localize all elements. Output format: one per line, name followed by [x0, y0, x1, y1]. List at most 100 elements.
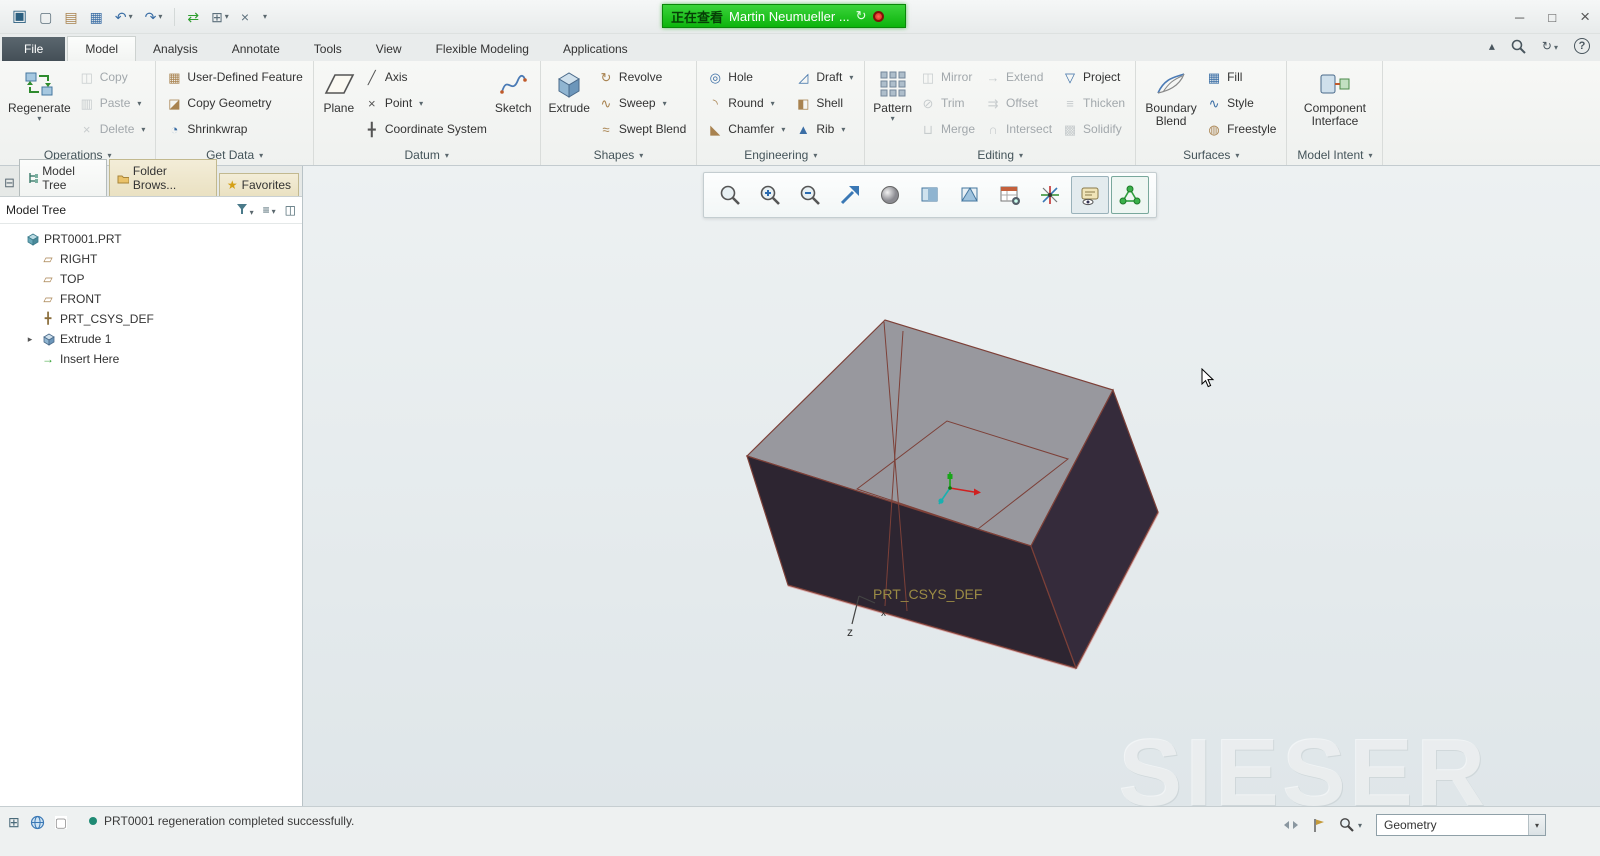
- regenerate-button[interactable]: Regenerate ▾: [5, 64, 74, 125]
- tab-model-tree[interactable]: Model Tree: [19, 159, 107, 196]
- swept-blend-button[interactable]: ≈Swept Blend: [593, 116, 691, 142]
- redo-button[interactable]: ↷▾: [141, 8, 167, 26]
- minimize-ribbon-button[interactable]: ▴: [1489, 40, 1495, 52]
- 3d-viewport[interactable]: PRT_CSYS_DEF z x: [303, 166, 1600, 806]
- extend-button[interactable]: →Extend: [980, 64, 1057, 90]
- pattern-button[interactable]: Pattern ▾: [870, 64, 915, 125]
- coordinate-system-button[interactable]: ╋Coordinate System: [359, 116, 492, 142]
- paste-button[interactable]: ▥Paste▾: [74, 90, 151, 116]
- offset-button[interactable]: ⇉Offset: [980, 90, 1057, 116]
- display-style-button[interactable]: [911, 176, 949, 214]
- tree-display-button[interactable]: ≡▾: [263, 203, 276, 217]
- expand-arrow-icon[interactable]: ▸: [24, 334, 36, 345]
- shell-button[interactable]: ◧Shell: [790, 90, 858, 116]
- tree-settings-button[interactable]: ◫: [285, 203, 296, 217]
- full-screen-toggle-icon[interactable]: ▢: [55, 816, 67, 829]
- save-button[interactable]: ▦: [86, 8, 107, 26]
- windows-button[interactable]: ⊞▾: [207, 8, 233, 26]
- tab-model[interactable]: Model: [67, 36, 136, 61]
- command-search-icon[interactable]: [1511, 39, 1526, 54]
- new-file-button[interactable]: ▢: [35, 8, 56, 26]
- tree-item-extrude[interactable]: ▸ Extrude 1: [0, 329, 302, 349]
- view-manager-button[interactable]: [991, 176, 1029, 214]
- tree-filter-button[interactable]: ▾: [236, 203, 254, 218]
- extrude-button[interactable]: Extrude: [546, 64, 593, 117]
- component-interface-button[interactable]: Component Interface: [1293, 64, 1377, 130]
- fill-button[interactable]: ▦Fill: [1201, 64, 1281, 90]
- section-view-button[interactable]: [951, 176, 989, 214]
- plane-button[interactable]: Plane: [319, 64, 359, 117]
- shrinkwrap-button[interactable]: ◔Shrinkwrap: [161, 116, 307, 142]
- tab-tools[interactable]: Tools: [297, 37, 359, 61]
- browser-toggle-icon[interactable]: [30, 815, 45, 830]
- tab-analysis[interactable]: Analysis: [136, 37, 215, 61]
- maximize-button[interactable]: □: [1548, 10, 1556, 25]
- sketch-button[interactable]: Sketch: [492, 64, 535, 117]
- search-tool-button[interactable]: ▾: [1339, 817, 1362, 833]
- group-label-shapes[interactable]: Shapes▾: [541, 145, 697, 165]
- rib-button[interactable]: ▲Rib▾: [790, 116, 858, 142]
- axis-button[interactable]: ╱Axis: [359, 64, 492, 90]
- undo-button[interactable]: ↶▾: [111, 8, 137, 26]
- tab-folder-browser[interactable]: Folder Brows...: [109, 159, 217, 196]
- freestyle-button[interactable]: ◍Freestyle: [1201, 116, 1281, 142]
- tab-applications[interactable]: Applications: [546, 37, 645, 61]
- open-file-button[interactable]: ▤: [60, 8, 81, 26]
- tree-item-insert-here[interactable]: → Insert Here: [0, 349, 302, 369]
- solidify-button[interactable]: ▩Solidify: [1057, 116, 1130, 142]
- close-window-button[interactable]: ×: [237, 8, 253, 26]
- tab-view[interactable]: View: [359, 37, 419, 61]
- help-button[interactable]: ?: [1574, 38, 1590, 54]
- point-button[interactable]: ×Point▾: [359, 90, 492, 116]
- annotation-display-button[interactable]: [1071, 176, 1109, 214]
- selection-filter-dropdown[interactable]: Geometry ▾: [1376, 814, 1546, 836]
- zoom-out-button[interactable]: [791, 176, 829, 214]
- intersect-button[interactable]: ∩Intersect: [980, 116, 1057, 142]
- shading-button[interactable]: [871, 176, 909, 214]
- tab-flexible-modeling[interactable]: Flexible Modeling: [419, 37, 546, 61]
- group-label-model-intent[interactable]: Model Intent▾: [1287, 145, 1382, 165]
- spin-center-button[interactable]: [1111, 176, 1149, 214]
- navigator-options-icon[interactable]: ⊟: [4, 175, 15, 191]
- close-button[interactable]: ×: [1580, 7, 1590, 27]
- tree-item-right-plane[interactable]: ▱ RIGHT: [0, 249, 302, 269]
- draft-button[interactable]: ◿Draft▾: [790, 64, 858, 90]
- hole-button[interactable]: ◎Hole: [702, 64, 790, 90]
- project-button[interactable]: ▽Project: [1057, 64, 1130, 90]
- zoom-region-button[interactable]: [711, 176, 749, 214]
- zoom-in-button[interactable]: [751, 176, 789, 214]
- group-label-datum[interactable]: Datum▾: [314, 145, 540, 165]
- group-label-editing[interactable]: Editing▾: [865, 145, 1135, 165]
- tree-item-csys[interactable]: ╋ PRT_CSYS_DEF: [0, 309, 302, 329]
- merge-button[interactable]: ⊔Merge: [915, 116, 980, 142]
- revolve-button[interactable]: ↻Revolve: [593, 64, 691, 90]
- resource-center-button[interactable]: ↻▾: [1542, 39, 1558, 53]
- refit-button[interactable]: [831, 176, 869, 214]
- chamfer-button[interactable]: ◣Chamfer▾: [702, 116, 790, 142]
- select-items-icon[interactable]: [1283, 818, 1299, 832]
- boundary-blend-button[interactable]: Boundary Blend: [1141, 64, 1201, 130]
- tree-item-top-plane[interactable]: ▱ TOP: [0, 269, 302, 289]
- mirror-button[interactable]: ◫Mirror: [915, 64, 980, 90]
- user-defined-feature-button[interactable]: ▦User-Defined Feature: [161, 64, 307, 90]
- copy-button[interactable]: ◫Copy: [74, 64, 151, 90]
- delete-button[interactable]: ×Delete▾: [74, 116, 151, 142]
- tree-item-front-plane[interactable]: ▱ FRONT: [0, 289, 302, 309]
- flag-icon[interactable]: [1313, 818, 1325, 833]
- copy-geometry-button[interactable]: ◪Copy Geometry: [161, 90, 307, 116]
- tree-item-part[interactable]: PRT0001.PRT: [0, 229, 302, 249]
- tab-file[interactable]: File: [2, 37, 65, 61]
- group-label-surfaces[interactable]: Surfaces▾: [1136, 145, 1286, 165]
- regenerate-quick-button[interactable]: ⇄: [183, 8, 203, 26]
- tab-annotate[interactable]: Annotate: [215, 37, 297, 61]
- tab-favorites[interactable]: ★ Favorites: [219, 173, 299, 196]
- datum-display-filters-button[interactable]: [1031, 176, 1069, 214]
- group-label-engineering[interactable]: Engineering▾: [697, 145, 864, 165]
- trim-button[interactable]: ⊘Trim: [915, 90, 980, 116]
- toolbar-overflow-button[interactable]: ▾: [257, 10, 271, 23]
- navigator-toggle-icon[interactable]: ⊞: [8, 814, 20, 831]
- style-button[interactable]: ∿Style: [1201, 90, 1281, 116]
- thicken-button[interactable]: ≡Thicken: [1057, 90, 1130, 116]
- app-menu-button[interactable]: ▣: [8, 7, 31, 27]
- round-button[interactable]: ◝Round▾: [702, 90, 790, 116]
